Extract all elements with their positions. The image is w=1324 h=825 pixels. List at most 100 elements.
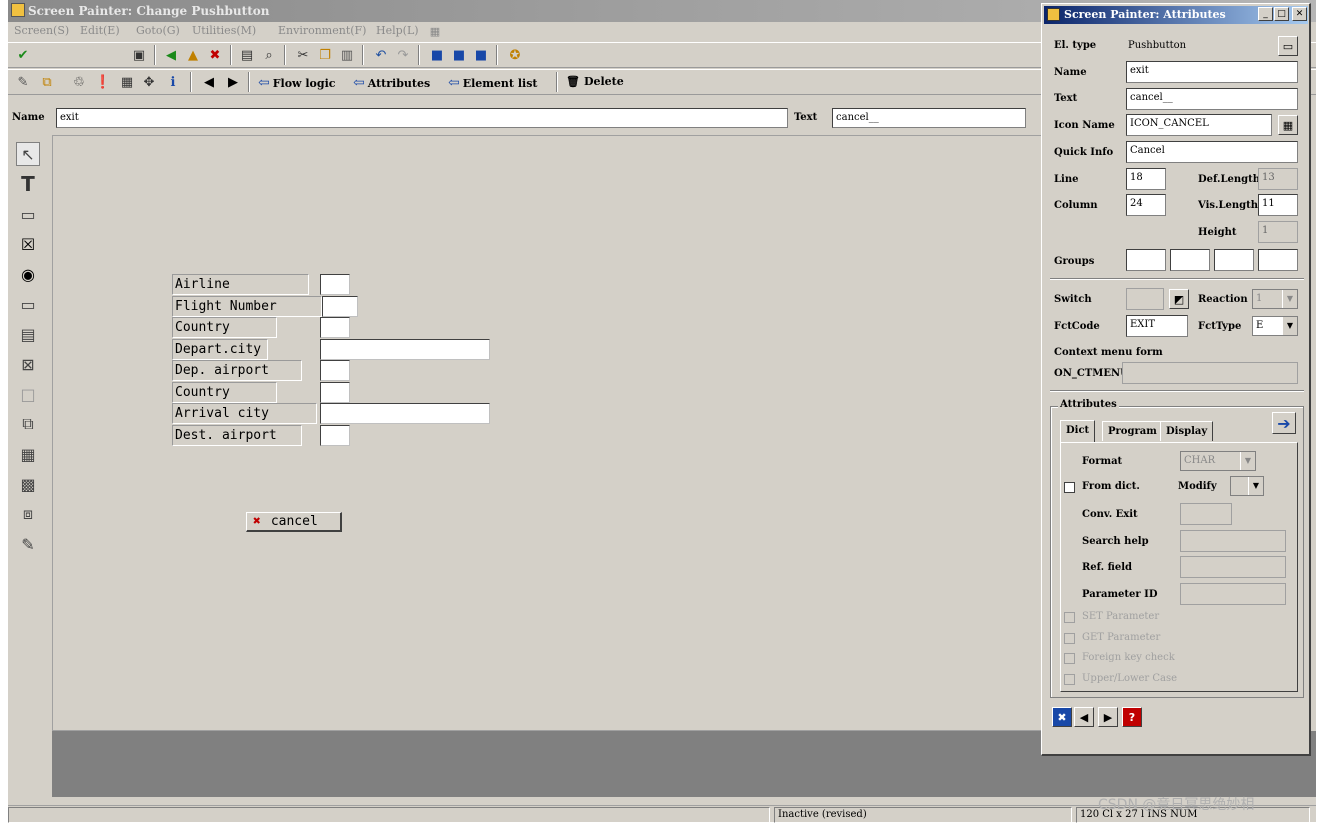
attributes-button[interactable]: ⇦ Attributes: [353, 75, 430, 91]
group-field-3[interactable]: [1214, 249, 1254, 271]
fctcode-field[interactable]: EXIT: [1126, 315, 1188, 337]
tab-display[interactable]: Display: [1160, 421, 1214, 441]
object-list-icon[interactable]: ♲: [70, 73, 88, 91]
reaction-select[interactable]: 1 ▼: [1252, 289, 1298, 309]
on-ctmenu-field[interactable]: [1122, 362, 1298, 384]
paste-icon[interactable]: ▥: [338, 46, 356, 64]
minimize-button[interactable]: _: [1258, 7, 1273, 21]
field-label-dest-airport[interactable]: Dest. airport: [172, 425, 302, 446]
print-icon[interactable]: ▤: [238, 46, 256, 64]
menu-utilities[interactable]: Utilities(M): [192, 24, 256, 37]
icon-picker-icon[interactable]: ▦: [1278, 115, 1298, 135]
field-input-dest-airport[interactable]: [320, 425, 350, 446]
save-icon[interactable]: ▣: [130, 46, 148, 64]
fcttype-select[interactable]: E ▼: [1252, 316, 1298, 336]
layout-grid-icon[interactable]: ▦: [118, 73, 136, 91]
undo-icon[interactable]: ↶: [372, 46, 390, 64]
field-label-arrival-city[interactable]: Arrival city: [172, 403, 317, 424]
input-field-tool-icon[interactable]: ▭: [16, 202, 40, 226]
field-label-country-2[interactable]: Country: [172, 382, 277, 403]
format-select[interactable]: CHAR ▼: [1180, 451, 1256, 471]
layout-icon-3[interactable]: ■: [472, 46, 490, 64]
checkbox-tool-icon[interactable]: ☒: [16, 232, 40, 256]
custom-control-tool-icon[interactable]: ⧈: [16, 502, 40, 526]
menu-goto[interactable]: Goto(G): [136, 24, 180, 37]
flow-logic-button[interactable]: ⇦ Flow logic: [258, 75, 335, 91]
group-field-4[interactable]: [1258, 249, 1298, 271]
menu-edit[interactable]: Edit(E): [80, 24, 120, 37]
tab-program[interactable]: Program: [1102, 421, 1163, 441]
cancel-pushbutton[interactable]: ✖ cancel: [246, 512, 342, 532]
find-icon[interactable]: ⌕: [260, 46, 278, 64]
redo-icon[interactable]: ↷: [394, 46, 412, 64]
tabstrip-tool-icon[interactable]: ▤: [16, 322, 40, 346]
field-label-depart-city[interactable]: Depart.city: [172, 339, 268, 360]
attr-name-field[interactable]: exit: [1126, 61, 1298, 83]
check-icon[interactable]: ⧉: [38, 73, 56, 91]
layout-icon-1[interactable]: ■: [428, 46, 446, 64]
menu-environment[interactable]: Environment(F): [278, 24, 366, 37]
group-field-2[interactable]: [1170, 249, 1210, 271]
box-tool-icon[interactable]: □: [16, 382, 40, 406]
field-input-depart-city[interactable]: [320, 339, 490, 360]
next-element-icon[interactable]: ▶: [1098, 707, 1118, 727]
name-field[interactable]: exit: [56, 108, 788, 128]
field-input-dep-airport[interactable]: [320, 360, 350, 381]
menu-help[interactable]: Help(L): [376, 24, 419, 37]
info-icon[interactable]: ℹ: [164, 73, 182, 91]
icon-name-field[interactable]: ICON_CANCEL: [1126, 114, 1272, 136]
pointer-tool-icon[interactable]: ↖: [16, 142, 40, 166]
table-control-tool-icon[interactable]: ▦: [16, 442, 40, 466]
activate-icon[interactable]: ❗: [94, 73, 112, 91]
tabstrip-wizard-icon[interactable]: ⊠: [16, 352, 40, 376]
text-field[interactable]: cancel__: [832, 108, 1026, 128]
pushbutton-tool-icon[interactable]: ▭: [16, 292, 40, 316]
table-wizard-icon[interactable]: ▩: [16, 472, 40, 496]
quick-info-field[interactable]: Cancel: [1126, 141, 1298, 163]
next-icon[interactable]: ▶: [224, 73, 242, 91]
menu-screen[interactable]: Screen(S): [14, 24, 69, 37]
test-icon[interactable]: ✎: [14, 73, 32, 91]
maximize-button[interactable]: □: [1274, 7, 1289, 21]
cut-icon[interactable]: ✂: [294, 46, 312, 64]
attr-text-field[interactable]: cancel__: [1126, 88, 1298, 110]
el-type-icon[interactable]: ▭: [1278, 36, 1298, 56]
close-button[interactable]: ✕: [1292, 7, 1307, 21]
enter-check-icon[interactable]: ✔: [14, 46, 32, 64]
field-label-dep-airport[interactable]: Dep. airport: [172, 360, 302, 381]
field-label-country[interactable]: Country: [172, 317, 277, 338]
prev-icon[interactable]: ◀: [200, 73, 218, 91]
prev-element-icon[interactable]: ◀: [1074, 707, 1094, 727]
modify-select[interactable]: ▼: [1230, 476, 1264, 496]
delete-button[interactable]: 🗑 Delete: [566, 75, 624, 88]
cancel-icon[interactable]: ✖: [206, 46, 224, 64]
exit-icon[interactable]: ▲: [184, 46, 202, 64]
group-field-1[interactable]: [1126, 249, 1166, 271]
close-dialog-icon[interactable]: ✖: [1052, 707, 1072, 727]
status-icon-tool-icon[interactable]: ✎: [16, 532, 40, 556]
element-list-button[interactable]: ⇦ Element list: [448, 75, 537, 91]
vis-length-field[interactable]: 11: [1258, 194, 1298, 216]
field-label-airline[interactable]: Airline: [172, 274, 309, 295]
field-input-airline[interactable]: [320, 274, 350, 295]
from-dict-checkbox[interactable]: [1064, 482, 1075, 493]
field-input-country[interactable]: [320, 317, 350, 338]
field-input-country-2[interactable]: [320, 382, 350, 403]
column-field[interactable]: 24: [1126, 194, 1166, 216]
move-icon[interactable]: ✥: [140, 73, 158, 91]
foreign-key-checkbox: [1064, 653, 1075, 664]
help-icon[interactable]: ✪: [506, 46, 524, 64]
help-question-icon[interactable]: ?: [1122, 707, 1142, 727]
field-input-arrival-city[interactable]: [320, 403, 490, 424]
subscreen-tool-icon[interactable]: ⧉: [16, 412, 40, 436]
text-tool-icon[interactable]: T: [16, 172, 40, 196]
layout-icon-2[interactable]: ■: [450, 46, 468, 64]
field-input-flight-number[interactable]: [322, 296, 358, 317]
field-label-flight-number[interactable]: Flight Number: [172, 296, 322, 317]
line-field[interactable]: 18: [1126, 168, 1166, 190]
back-icon[interactable]: ◀: [162, 46, 180, 64]
radio-tool-icon[interactable]: ◉: [16, 262, 40, 286]
copy-icon[interactable]: ❐: [316, 46, 334, 64]
switch-picker-icon[interactable]: ◩: [1169, 289, 1189, 309]
tab-dict[interactable]: Dict: [1060, 420, 1096, 442]
